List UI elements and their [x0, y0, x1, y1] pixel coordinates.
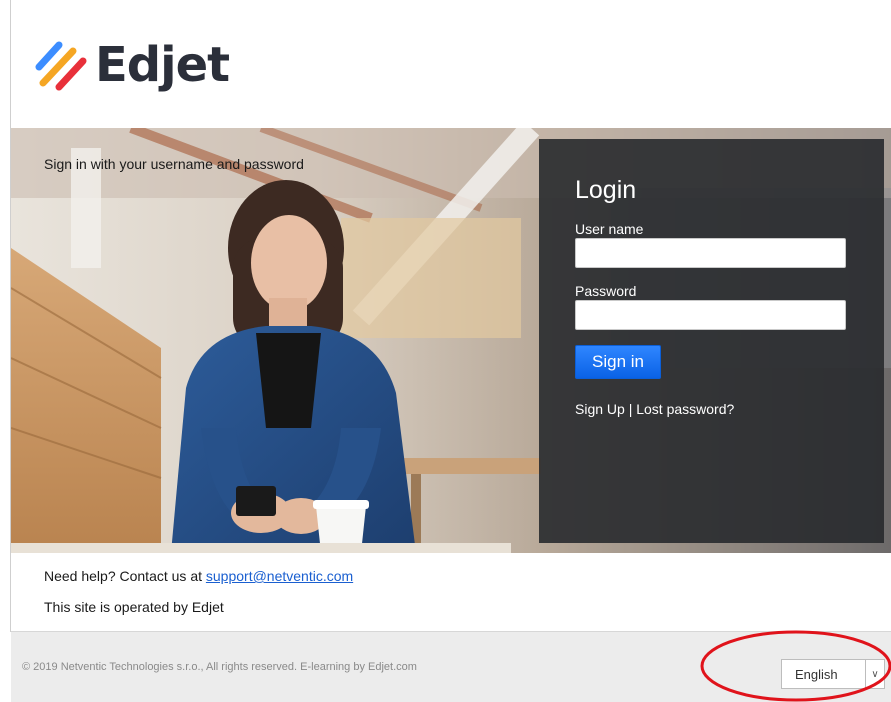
- password-label: Password: [575, 283, 637, 299]
- help-text: Need help? Contact us at support@netvent…: [44, 568, 353, 584]
- hero-banner: Sign in with your username and password …: [11, 128, 891, 553]
- password-input[interactable]: [575, 300, 846, 330]
- chevron-down-icon[interactable]: ∨: [865, 660, 884, 688]
- username-label: User name: [575, 221, 644, 237]
- help-prefix: Need help? Contact us at: [44, 568, 206, 584]
- sign-up-link[interactable]: Sign Up: [575, 401, 625, 417]
- edjet-logo: Edjet: [33, 35, 230, 95]
- login-links: Sign Up | Lost password?: [575, 401, 848, 417]
- hero-caption: Sign in with your username and password: [44, 156, 304, 172]
- support-email-link[interactable]: support@netventic.com: [206, 568, 353, 584]
- links-separator: |: [624, 401, 637, 417]
- language-select[interactable]: English ∨: [781, 659, 885, 689]
- sign-in-button[interactable]: Sign in: [575, 345, 661, 379]
- operated-by-text: This site is operated by Edjet: [44, 599, 224, 615]
- footer-copyright: © 2019 Netventic Technologies s.r.o., Al…: [22, 661, 417, 673]
- login-panel: Login User name Password Sign in Sign Up…: [539, 139, 884, 543]
- edjet-logo-icon: [35, 41, 87, 91]
- footer: © 2019 Netventic Technologies s.r.o., Al…: [11, 631, 891, 702]
- username-input[interactable]: [575, 238, 846, 268]
- lost-password-link[interactable]: Lost password?: [636, 401, 734, 417]
- logo-wordmark: Edjet: [95, 37, 230, 93]
- login-title: Login: [575, 176, 637, 204]
- language-selected-value: English: [795, 666, 838, 682]
